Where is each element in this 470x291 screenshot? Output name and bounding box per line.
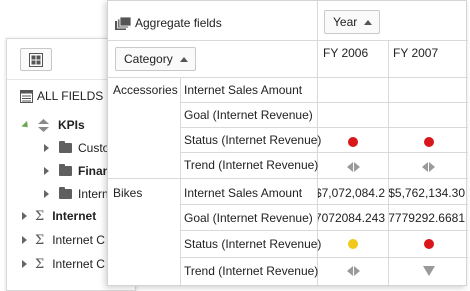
tree-item-label: Internet C (52, 257, 105, 271)
value-cell[interactable] (318, 231, 388, 257)
aggregate-fields-icon (115, 16, 131, 30)
tree-item-measure[interactable]: Σ Internet C (22, 231, 105, 249)
all-fields-header: ALL FIELDS (20, 87, 103, 105)
grid-line (180, 127, 468, 128)
layout-toggle-button[interactable] (20, 48, 52, 71)
tree-item-label: KPIs (58, 118, 85, 132)
kpi-icon (38, 118, 49, 132)
sort-ascending-icon[interactable] (364, 19, 373, 25)
value-cell[interactable] (389, 231, 468, 257)
value-cell[interactable] (318, 156, 388, 177)
grid-line (180, 102, 468, 103)
expanded-arrow-icon[interactable] (21, 120, 31, 130)
grid-line (180, 204, 468, 205)
collapsed-arrow-icon[interactable] (44, 167, 49, 175)
value-cell[interactable] (318, 258, 388, 284)
collapsed-arrow-icon[interactable] (22, 260, 27, 268)
collapsed-arrow-icon[interactable] (22, 236, 27, 244)
trend-flat-icon (422, 161, 435, 172)
row-header-measure: Goal (Internet Revenue) (184, 211, 313, 225)
collapsed-arrow-icon[interactable] (22, 212, 27, 220)
tree-item-kpis[interactable]: KPIs (21, 116, 85, 134)
row-header-measure: Internet Sales Amount (184, 83, 303, 97)
grid-line (180, 152, 468, 153)
folder-icon (59, 187, 72, 199)
grid-line (317, 1, 318, 40)
grid-line (108, 178, 468, 179)
value-cell[interactable] (389, 131, 468, 152)
status-red-icon (423, 239, 434, 249)
pivot-grid: Aggregate fields Year Category FY 2006 F… (107, 0, 468, 287)
sigma-icon: Σ (35, 232, 45, 248)
tree-item-label: Custo (78, 141, 110, 155)
row-header-measure: Goal (Internet Revenue) (184, 108, 313, 122)
status-red-icon (423, 136, 434, 147)
column-header-fy2006[interactable]: FY 2006 (323, 45, 368, 61)
folder-icon (59, 164, 72, 176)
collapsed-arrow-icon[interactable] (44, 190, 49, 198)
value-cell[interactable] (389, 258, 468, 284)
sigma-icon: Σ (35, 256, 45, 272)
value-cell[interactable] (318, 131, 388, 152)
folder-icon (59, 141, 72, 153)
tree-item-measure[interactable]: Σ Internet (22, 207, 96, 225)
grid-line (108, 40, 468, 41)
value-cell[interactable]: 7072084.243 (318, 209, 388, 227)
all-fields-label: ALL FIELDS (37, 89, 104, 103)
sort-ascending-icon[interactable] (179, 56, 188, 62)
trend-flat-icon (346, 266, 360, 276)
tree-item-folder[interactable]: Custo (44, 139, 109, 157)
tree-item-label: Intern (78, 187, 109, 201)
grid-layout-icon (29, 52, 43, 67)
row-header-measure: Status (Internet Revenue) (184, 133, 322, 147)
tree-item-label: Finan (78, 164, 110, 178)
row-header-measure: Internet Sales Amount (184, 186, 303, 200)
column-header-fy2007[interactable]: FY 2007 (393, 45, 438, 61)
trend-down-icon (422, 266, 435, 276)
aggregate-fields-label: Aggregate fields (135, 16, 222, 30)
value-cell[interactable]: $5,762,134.30 (389, 184, 468, 202)
row-header-measure: Status (Internet Revenue) (184, 237, 322, 251)
tree-item-label: Internet C (52, 233, 105, 247)
value-cell[interactable]: 7779292.6681 (389, 209, 468, 227)
value-cell[interactable] (389, 156, 468, 177)
field-list-icon (20, 89, 33, 103)
grid-line (180, 77, 181, 287)
collapsed-arrow-icon[interactable] (44, 144, 49, 152)
grid-line (108, 77, 468, 78)
sigma-icon: Σ (35, 208, 45, 224)
aggregate-fields-header: Aggregate fields (115, 14, 222, 32)
row-header-measure: Trend (Internet Revenue) (184, 158, 319, 172)
tree-item-folder[interactable]: Intern (44, 185, 109, 203)
tree-item-label: Internet (52, 209, 97, 223)
status-red-icon (348, 136, 358, 147)
column-field-label: Year (333, 15, 358, 29)
column-field-chip[interactable]: Year (324, 10, 381, 34)
row-field-chip[interactable]: Category (115, 47, 196, 71)
tree-item-folder[interactable]: Finan (44, 162, 110, 180)
row-header-category[interactable]: Accessories (113, 81, 178, 99)
row-field-label: Category (124, 52, 173, 66)
row-header-measure: Trend (Internet Revenue) (184, 264, 319, 278)
row-header-category[interactable]: Bikes (113, 184, 142, 202)
trend-flat-icon (346, 161, 360, 172)
value-cell[interactable]: $7,072,084.2 (318, 184, 388, 202)
status-yellow-icon (348, 239, 358, 249)
tree-item-measure[interactable]: Σ Internet C (22, 255, 105, 273)
